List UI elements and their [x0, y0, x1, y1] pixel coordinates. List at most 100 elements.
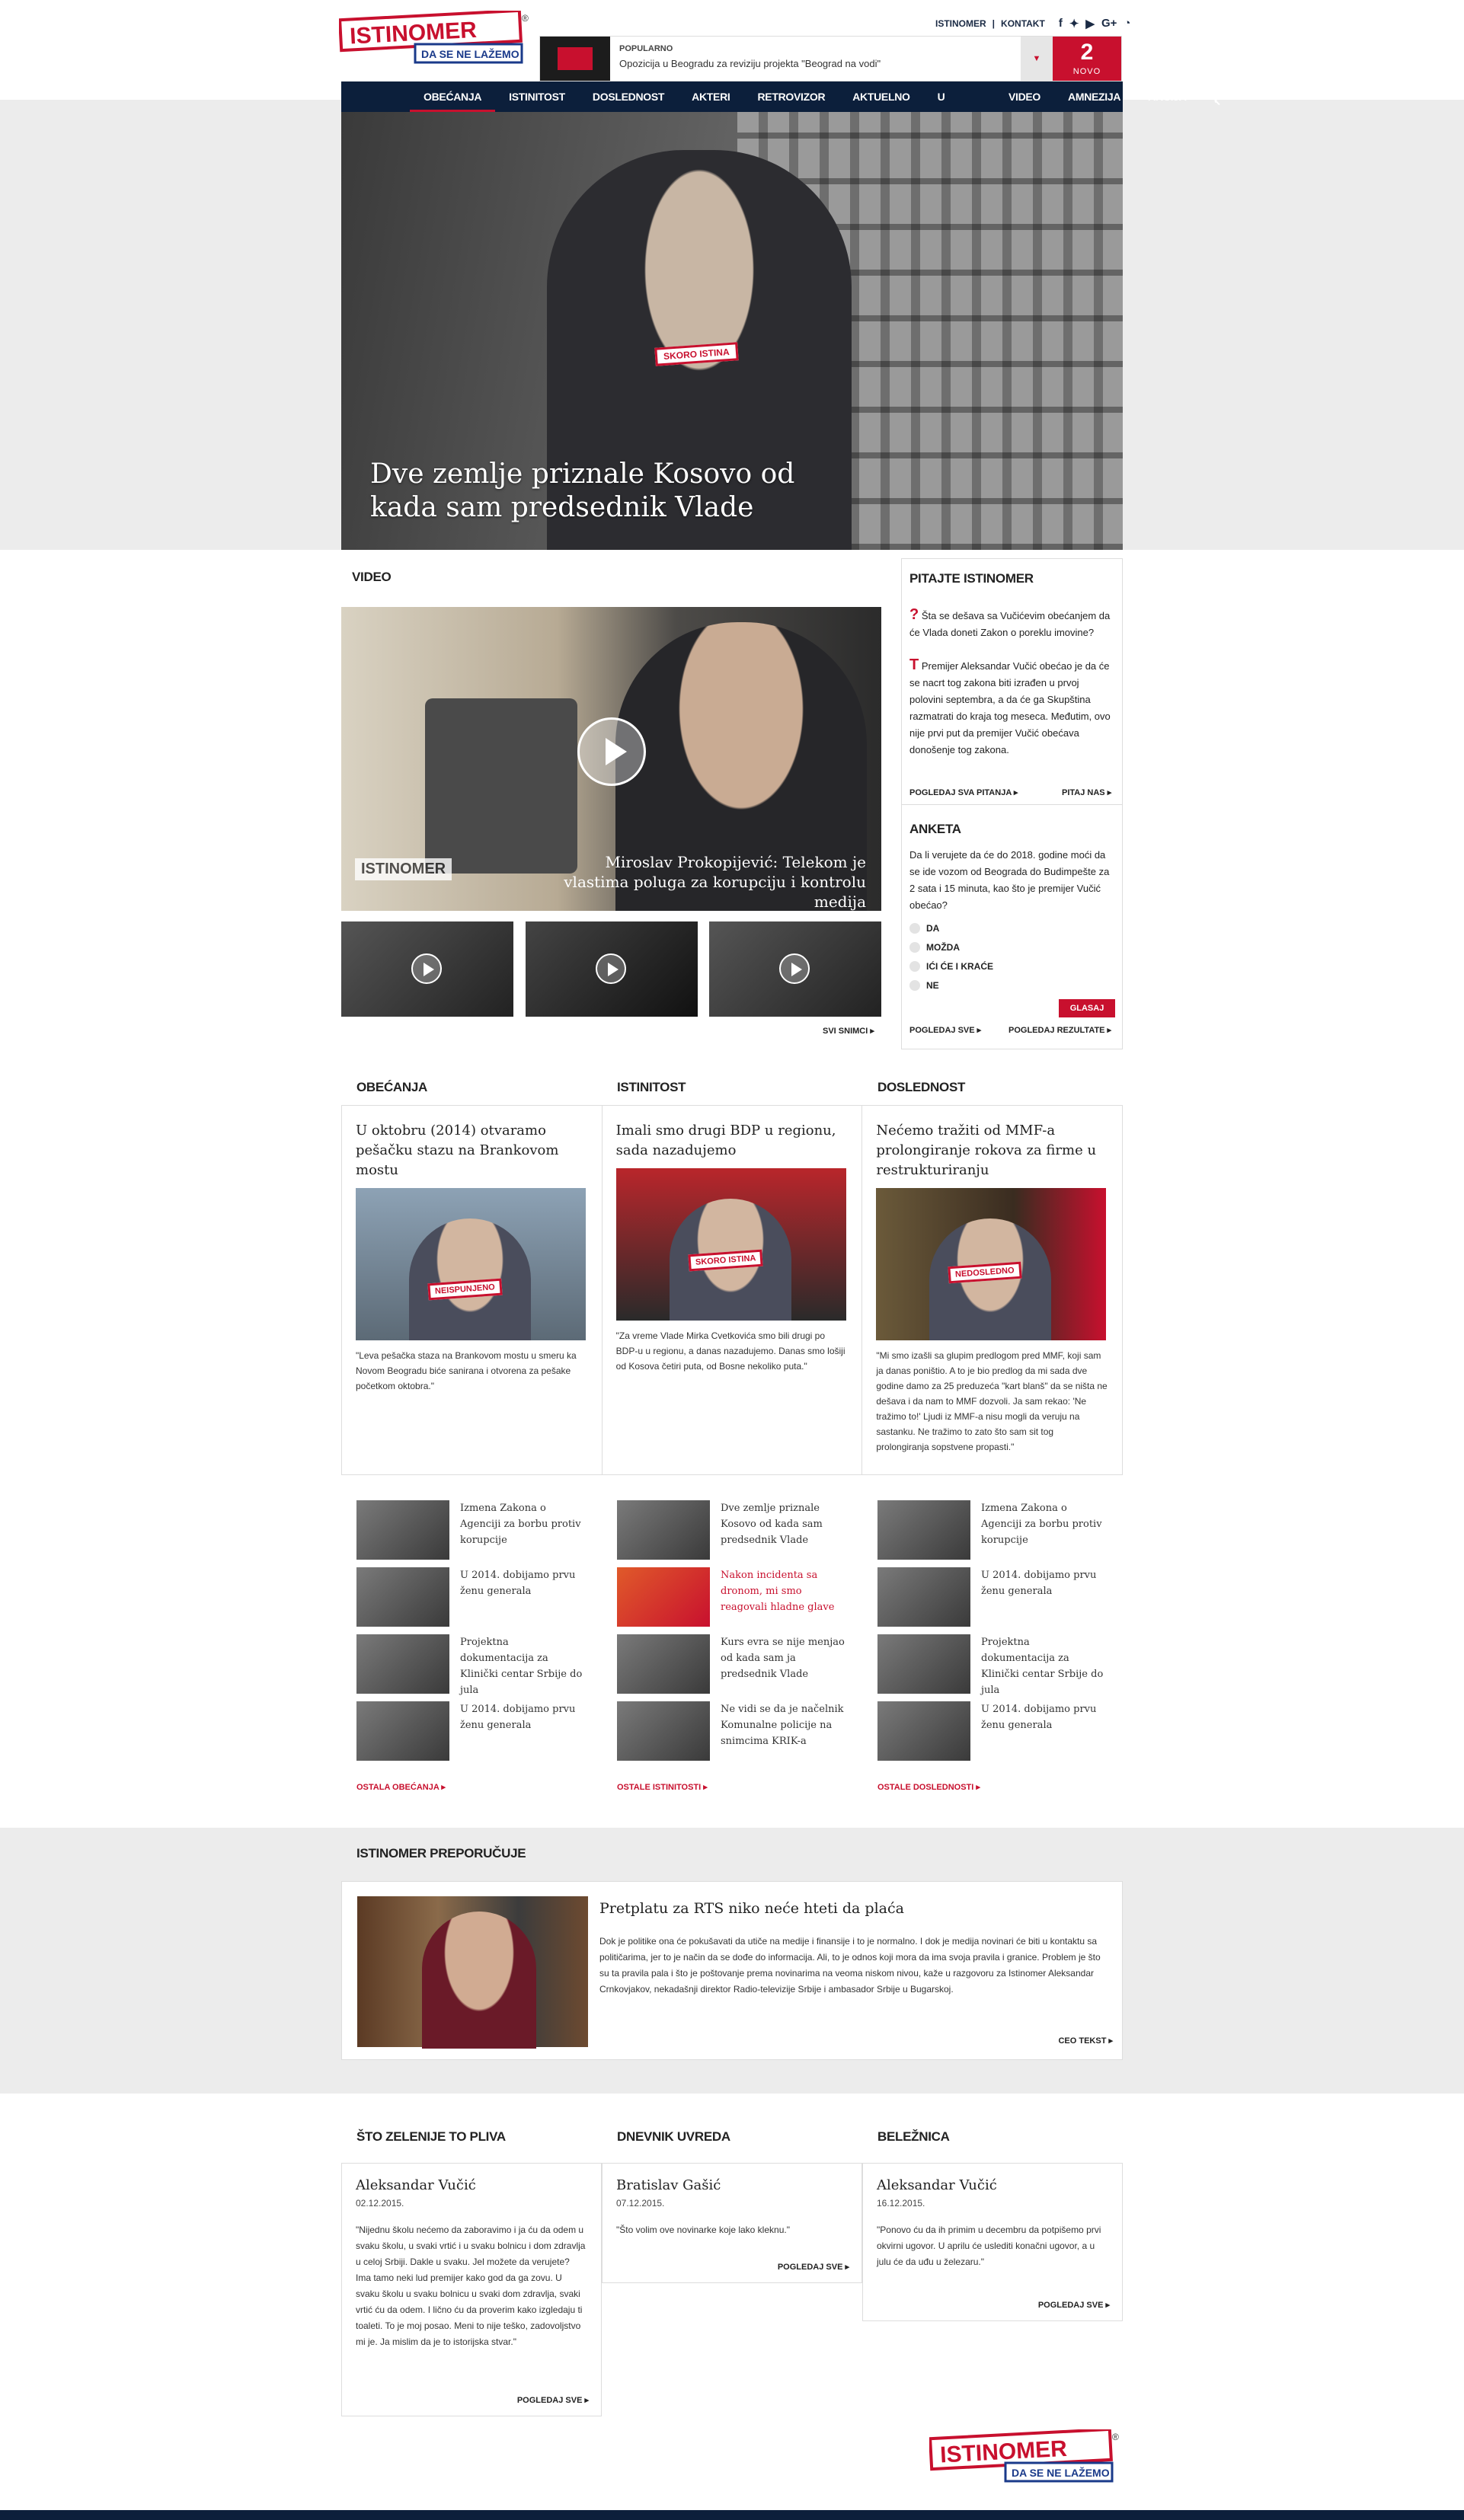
full-text-link[interactable]: CEO TEKST ▸	[1058, 2036, 1113, 2046]
nav-item-retrovizor[interactable]: RETROVIZOR	[743, 81, 839, 112]
video-thumbnail[interactable]	[709, 921, 881, 1017]
hero-title[interactable]: Dve zemlje priznale Kosovo od kada sam p…	[370, 458, 842, 525]
list-thumbnail[interactable]	[877, 1500, 970, 1560]
feature-card[interactable]: Nećemo tražiti od MMF-a prolongiranje ro…	[862, 1106, 1122, 1474]
view-all-link[interactable]: POGLEDAJ SVE ▸	[517, 2395, 589, 2405]
top-link-istinomer[interactable]: ISTINOMER	[935, 18, 986, 29]
video-thumbnail[interactable]	[341, 921, 513, 1017]
video-thumbnail[interactable]	[526, 921, 698, 1017]
list-item[interactable]: U 2014. dobijamo prvu ženu generala	[356, 1701, 585, 1768]
view-all-link[interactable]: POGLEDAJ SVE ▸	[1038, 2300, 1110, 2310]
feature-title[interactable]: Nećemo tražiti od MMF-a prolongiranje ro…	[876, 1121, 1108, 1180]
nav-item-amnezija[interactable]: AMNEZIJA	[1054, 81, 1134, 112]
play-icon[interactable]	[596, 953, 626, 984]
feature-title[interactable]: Imali smo drugi BDP u regionu, sada naza…	[616, 1121, 849, 1161]
poll-all-link[interactable]: POGLEDAJ SVE ▸	[909, 1025, 981, 1035]
play-icon[interactable]	[779, 953, 810, 984]
feature-card[interactable]: U oktobru (2014) otvaramo pešačku stazu …	[342, 1106, 603, 1474]
recommended-article[interactable]: Pretplatu za RTS niko neće hteti da plać…	[341, 1881, 1123, 2060]
feature-card[interactable]: Imali smo drugi BDP u regionu, sada naza…	[603, 1106, 863, 1474]
poll-option[interactable]: NE	[909, 976, 993, 995]
poll-option[interactable]: DA	[909, 918, 993, 937]
feature-image[interactable]: NEDOSLEDNO	[876, 1188, 1107, 1340]
new-count-badge[interactable]: 2 NOVO	[1053, 37, 1121, 81]
list-item[interactable]: Projektna dokumentacija za Klinički cent…	[356, 1634, 585, 1701]
nav-item-video[interactable]: VIDEO	[995, 81, 1054, 112]
list-item[interactable]: Dve zemlje priznale Kosovo od kada sam p…	[617, 1500, 845, 1567]
footer-logo[interactable]: ISTINOMER DA SE NE LAŽEMO ®	[929, 2427, 1120, 2487]
list-thumbnail[interactable]	[877, 1701, 970, 1761]
list-thumbnail[interactable]	[617, 1567, 710, 1627]
main-video[interactable]: ISTINOMER Miroslav Prokopijević: Telekom…	[341, 607, 881, 911]
poll-option[interactable]: IĆI ĆE I KRAĆE	[909, 957, 993, 976]
play-icon[interactable]	[411, 953, 442, 984]
category-title-obecanja[interactable]: OBEĆANJA	[356, 1080, 427, 1095]
rss-icon[interactable]: ◔	[1124, 17, 1130, 30]
video-caption[interactable]: Miroslav Prokopijević: Telekom je vlasti…	[546, 852, 866, 911]
radio-button[interactable]	[909, 979, 920, 991]
radio-button[interactable]	[909, 922, 920, 934]
all-questions-link[interactable]: POGLEDAJ SVA PITANJA ▸	[909, 787, 1018, 797]
hero-article[interactable]: SKORO ISTINA Dve zemlje priznale Kosovo …	[341, 112, 1123, 550]
category-title-istinitost[interactable]: ISTINITOST	[617, 1080, 686, 1095]
list-thumbnail[interactable]	[617, 1634, 710, 1694]
ask-us-link[interactable]: PITAJ NAS ▸	[1062, 787, 1111, 797]
list-thumbnail[interactable]	[356, 1567, 449, 1627]
more-promises-link[interactable]: OSTALA OBEĆANJA ▸	[356, 1782, 446, 1792]
list-item[interactable]: Projektna dokumentacija za Klinički cent…	[877, 1634, 1106, 1701]
nav-item-akcija[interactable]: AKCIJA	[1134, 81, 1200, 112]
facebook-icon[interactable]: f	[1059, 17, 1063, 30]
category-title-doslednost[interactable]: DOSLEDNOST	[877, 1080, 965, 1095]
quote-author[interactable]: Aleksandar Vučić	[356, 2177, 587, 2193]
nav-item-u-fokusu[interactable]: U FOKUSU	[924, 81, 995, 133]
view-all-link[interactable]: POGLEDAJ SVE ▸	[778, 2262, 849, 2272]
twitter-icon[interactable]: ✦	[1069, 17, 1079, 30]
nav-item-akteri[interactable]: AKTERI	[678, 81, 743, 112]
list-item[interactable]: U 2014. dobijamo prvu ženu generala	[356, 1567, 585, 1634]
poll-option[interactable]: MOŽDA	[909, 937, 993, 957]
list-thumbnail[interactable]	[356, 1701, 449, 1761]
list-item[interactable]: Nakon incidenta sa dronom, mi smo reagov…	[617, 1567, 845, 1634]
list-item[interactable]: Kurs evra se nije menjao od kada sam ja …	[617, 1634, 845, 1701]
radio-button[interactable]	[909, 960, 920, 972]
nav-item-istinitost[interactable]: ISTINITOST	[495, 81, 579, 112]
nav-item-aktuelno[interactable]: AKTUELNO	[839, 81, 923, 112]
list-item[interactable]: U 2014. dobijamo prvu ženu generala	[877, 1701, 1106, 1768]
top-link-kontakt[interactable]: KONTAKT	[1001, 18, 1045, 29]
feature-image[interactable]: SKORO ISTINA	[615, 1168, 846, 1321]
list-thumbnail[interactable]	[356, 1634, 449, 1694]
list-thumbnail[interactable]	[877, 1567, 970, 1627]
list-thumbnail[interactable]	[617, 1701, 710, 1761]
list-thumbnail[interactable]	[617, 1500, 710, 1560]
more-consistency-link[interactable]: OSTALE DOSLEDNOSTI ▸	[877, 1782, 980, 1792]
site-logo[interactable]: ISTINOMER DA SE NE LAŽEMO ®	[338, 8, 529, 69]
popular-title[interactable]: Opozicija u Beogradu za reviziju projekt…	[619, 58, 1021, 69]
quote-author[interactable]: Bratislav Gašić	[616, 2177, 848, 2193]
list-thumbnail[interactable]	[356, 1500, 449, 1560]
list-item[interactable]: Izmena Zakona o Agenciji za borbu protiv…	[356, 1500, 585, 1567]
quote-card[interactable]: Aleksandar Vučić 02.12.2015. "Nijednu šk…	[341, 2163, 602, 2416]
vote-button[interactable]: GLASAJ	[1059, 999, 1115, 1017]
list-item[interactable]: U 2014. dobijamo prvu ženu generala	[877, 1567, 1106, 1634]
play-icon[interactable]	[577, 717, 646, 786]
recommended-image[interactable]	[357, 1896, 588, 2049]
all-videos-link[interactable]: SVI SNIMCI ▸	[823, 1026, 874, 1036]
list-thumbnail[interactable]	[877, 1634, 970, 1694]
chevron-down-icon[interactable]: ▼	[1021, 37, 1053, 81]
nav-item-doslednost[interactable]: DOSLEDNOST	[579, 81, 678, 112]
feature-image[interactable]: NEISPUNJENO	[356, 1188, 586, 1340]
list-item[interactable]: Izmena Zakona o Agenciji za borbu protiv…	[877, 1500, 1106, 1567]
radio-button[interactable]	[909, 941, 920, 953]
quote-card[interactable]: Bratislav Gašić 07.12.2015. "Što volim o…	[602, 2163, 862, 2283]
list-item[interactable]: Ne vidi se da je načelnik Komunalne poli…	[617, 1701, 845, 1768]
poll-results-link[interactable]: POGLEDAJ REZULTATE ▸	[1008, 1025, 1111, 1035]
quote-author[interactable]: Aleksandar Vučić	[877, 2177, 1108, 2193]
popular-bar[interactable]: POPULARNO Opozicija u Beogradu za revizi…	[539, 36, 1122, 81]
feature-title[interactable]: U oktobru (2014) otvaramo pešačku stazu …	[356, 1121, 588, 1180]
more-truths-link[interactable]: OSTALE ISTINITOSTI ▸	[617, 1782, 708, 1792]
googleplus-icon[interactable]: G+	[1101, 17, 1117, 30]
quote-card[interactable]: Aleksandar Vučić 16.12.2015. "Ponovo ću …	[862, 2163, 1123, 2321]
recommended-title[interactable]: Pretplatu za RTS niko neće hteti da plać…	[599, 1900, 904, 1917]
youtube-icon[interactable]: ▶	[1085, 17, 1095, 30]
search-icon[interactable]	[1213, 91, 1217, 103]
